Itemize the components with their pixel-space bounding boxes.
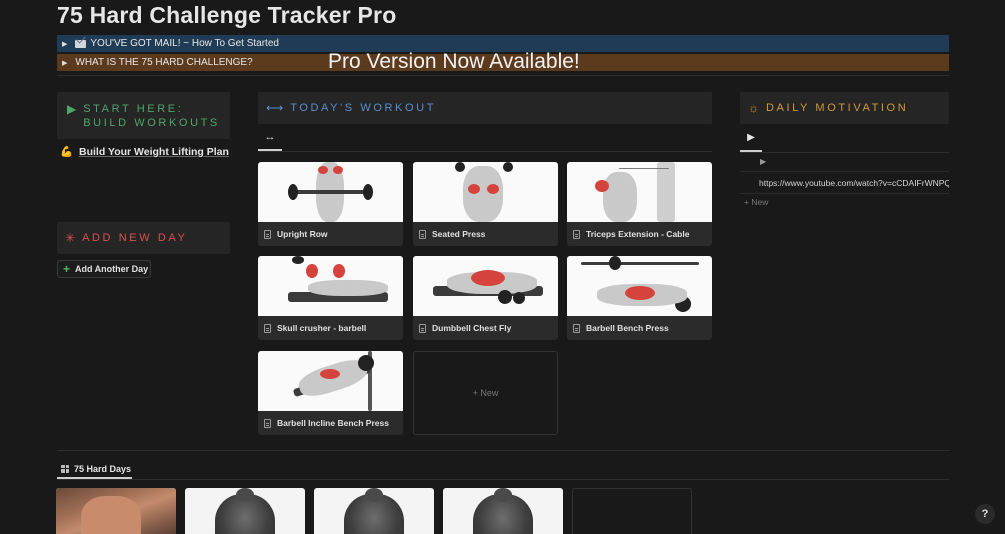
sparkle-icon: ✳ (65, 231, 76, 245)
divider (740, 171, 949, 172)
toggle-triangle-icon[interactable]: ▶ (62, 59, 67, 67)
daily-motivation-callout: ☼ DAILY MOTIVATION (740, 92, 949, 124)
workout-card-seated-press[interactable]: Seated Press (413, 162, 558, 246)
gallery-grid-icon (61, 464, 69, 473)
start-here-callout: ▶ START HERE: BUILD WORKOUTS (57, 92, 230, 139)
exercise-image (413, 256, 558, 316)
plus-icon: + (63, 262, 71, 276)
card-title: Skull crusher - barbell (277, 323, 367, 333)
new-workout-card-button[interactable]: + New (413, 351, 558, 435)
page-icon (264, 229, 271, 239)
toggle-label: YOU'VE GOT MAIL! ~ How To Get Started (90, 38, 279, 49)
divider (57, 450, 949, 451)
card-title: Seated Press (432, 229, 486, 239)
page-icon (264, 323, 271, 333)
row-toggle-icon[interactable]: ▶ (760, 157, 766, 166)
page-icon (573, 323, 580, 333)
workout-card-dumbbell-chest-fly[interactable]: Dumbbell Chest Fly (413, 256, 558, 340)
exercise-image (258, 162, 403, 222)
tab-label: 75 Hard Days (74, 463, 132, 474)
workout-card-barbell-incline-bench-press[interactable]: Barbell Incline Bench Press (258, 351, 403, 435)
page-icon (419, 323, 426, 333)
exercise-image (413, 162, 558, 222)
divider (258, 151, 712, 152)
card-title: Triceps Extension - Cable (586, 229, 690, 239)
card-title: Barbell Bench Press (586, 323, 669, 333)
exercise-image (567, 256, 712, 316)
day-card[interactable] (314, 488, 434, 534)
progress-photo (56, 488, 176, 534)
tab-75-hard-days[interactable]: 75 Hard Days (57, 460, 132, 479)
divider (57, 479, 949, 480)
motivation-view-tab[interactable]: ▶ (740, 132, 762, 152)
callout-text: ADD NEW DAY (82, 232, 188, 244)
divider (57, 75, 949, 76)
button-label: Add Another Day (75, 264, 149, 274)
dumbbell-icon: ↔ (264, 131, 276, 143)
todays-workout-callout: ⟷ TODAY'S WORKOUT (258, 92, 712, 124)
flexed-bicep-icon: 💪 (60, 146, 74, 158)
pro-version-banner: Pro Version Now Available! (328, 50, 580, 73)
callout-text: DAILY MOTIVATION (766, 102, 909, 114)
card-title: Barbell Incline Bench Press (277, 418, 389, 428)
page-title: 75 Hard Challenge Tracker Pro (57, 2, 397, 28)
toggle-triangle-icon[interactable]: ▶ (62, 40, 67, 48)
video-url-cell[interactable]: https://www.youtube.com/watch?v=cCDAIFrW… (759, 178, 949, 188)
day-card[interactable] (443, 488, 563, 534)
dumbbell-icon: ⟷ (266, 101, 284, 115)
workout-view-tab[interactable]: ↔ (258, 131, 282, 151)
add-another-day-button[interactable]: + Add Another Day (57, 260, 151, 278)
sun-icon: ☼ (748, 101, 759, 115)
divider (740, 193, 949, 194)
day-card[interactable] (185, 488, 305, 534)
day-card[interactable] (572, 488, 692, 534)
callout-text: START HERE: BUILD WORKOUTS (83, 103, 220, 129)
new-row-button[interactable]: + New (744, 197, 768, 207)
exercise-image (258, 256, 403, 316)
workout-card-upright-row[interactable]: Upright Row (258, 162, 403, 246)
help-button[interactable]: ? (975, 504, 995, 524)
weight-lifting-plan-link[interactable]: 💪 Build Your Weight Lifting Plan (60, 145, 229, 158)
page-icon (419, 229, 426, 239)
card-title: Upright Row (277, 229, 328, 239)
play-icon: ▶ (747, 132, 755, 143)
link-label: Build Your Weight Lifting Plan (79, 146, 229, 158)
day-card[interactable] (56, 488, 176, 534)
divider (740, 152, 949, 153)
toggle-label: WHAT IS THE 75 HARD CHALLENGE? (75, 57, 253, 68)
card-title: Dumbbell Chest Fly (432, 323, 512, 333)
add-new-day-callout: ✳ ADD NEW DAY (57, 222, 230, 254)
page-icon (573, 229, 580, 239)
exercise-image (258, 351, 403, 411)
workout-card-skull-crusher-barbell[interactable]: Skull crusher - barbell (258, 256, 403, 340)
envelope-icon (75, 39, 87, 48)
workout-card-barbell-bench-press[interactable]: Barbell Bench Press (567, 256, 712, 340)
play-icon: ▶ (67, 102, 77, 116)
page-icon (264, 418, 271, 428)
workout-card-triceps-extension-cable[interactable]: Triceps Extension - Cable (567, 162, 712, 246)
exercise-image (567, 162, 712, 222)
callout-text: TODAY'S WORKOUT (290, 102, 437, 114)
